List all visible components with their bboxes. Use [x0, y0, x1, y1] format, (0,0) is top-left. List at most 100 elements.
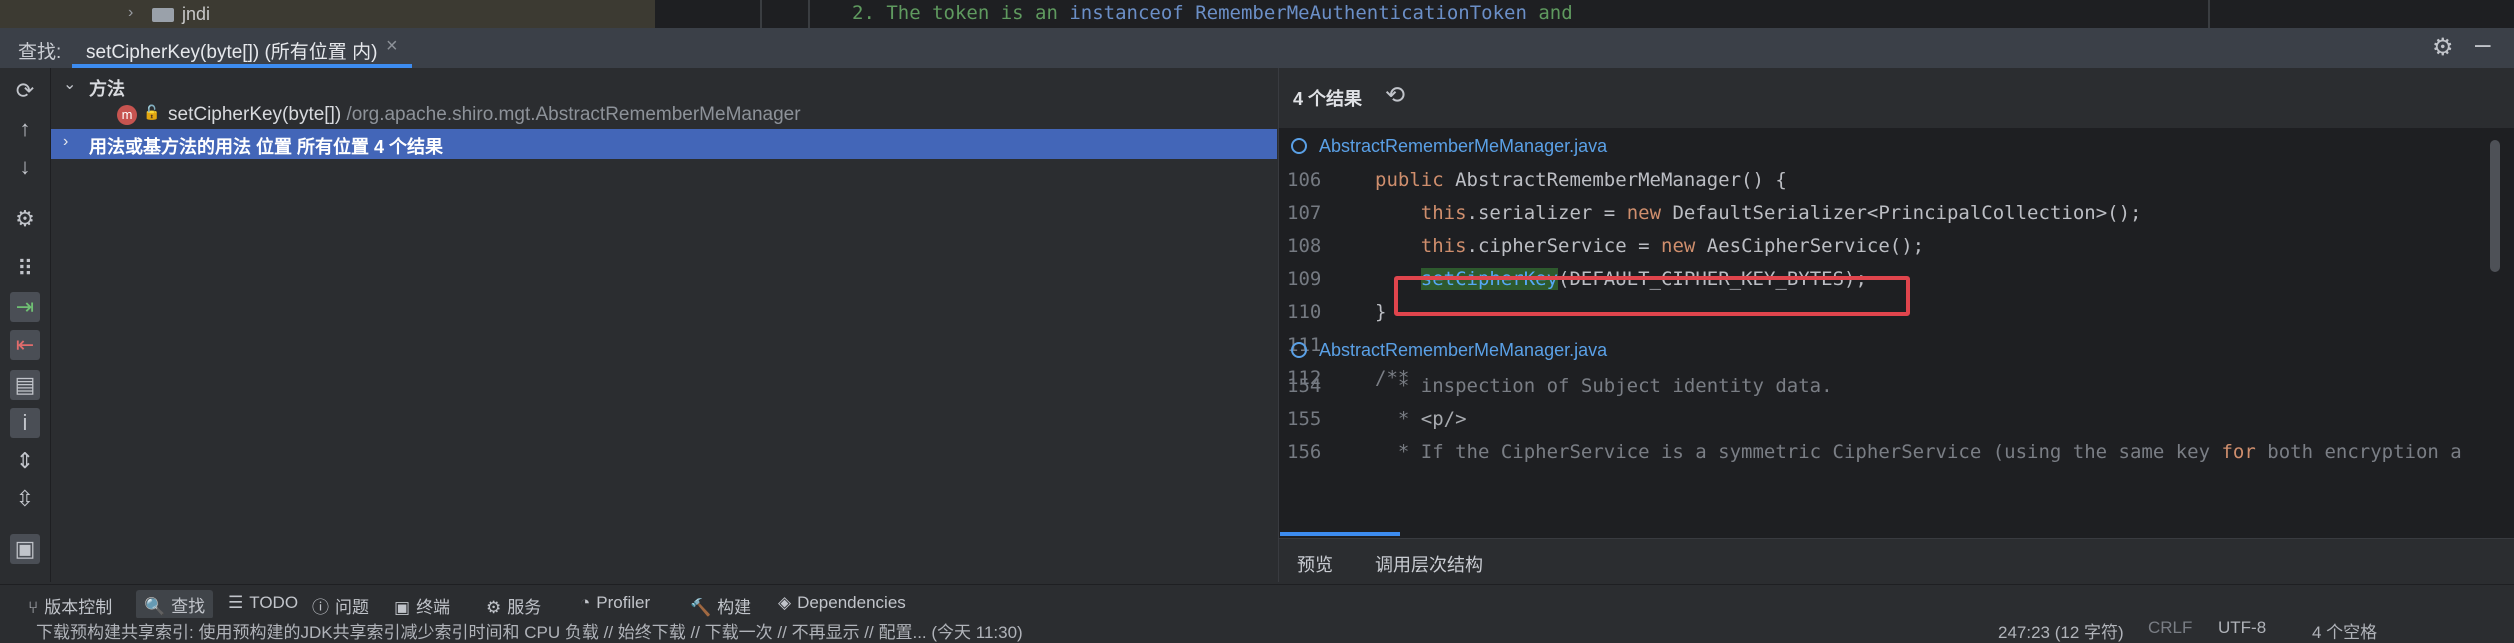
code-line: 156 * If the CipherService is a symmetri… — [1279, 436, 2499, 469]
file-header[interactable]: AbstractRememberMeManager.java — [1279, 130, 2499, 162]
group-by-icon[interactable]: ⠿ — [10, 254, 40, 284]
doc-class: RememberMeAuthenticationToken — [1195, 2, 1527, 24]
lock-icon: 🔓 — [143, 104, 161, 120]
file-name[interactable]: AbstractRememberMeManager.java — [1319, 136, 1607, 157]
tab-preview[interactable]: 预览 — [1297, 551, 1333, 577]
folder-icon — [152, 8, 174, 22]
tree-group-row[interactable]: ⌄ 方法 — [51, 72, 1277, 100]
code-token: * If the CipherService is a symmetric Ci… — [1375, 441, 2222, 463]
tool-window-button[interactable]: 🔍 查找 — [136, 590, 214, 619]
code-line: 108 this.cipherService = new AesCipherSe… — [1279, 230, 2499, 263]
tool-window-button[interactable]: ◈ Dependencies — [778, 593, 906, 613]
minimize-icon[interactable]: – — [2475, 28, 2491, 60]
collapse-all-icon[interactable]: ⇳ — [10, 484, 40, 514]
tool-window-label: 服务 — [507, 598, 542, 617]
preview-toggle-icon[interactable]: ▣ — [10, 534, 40, 564]
folder-group-icon[interactable]: ▤ — [10, 370, 40, 400]
horizontal-scrollbar[interactable] — [1280, 532, 1400, 536]
code-token: new — [1626, 202, 1673, 224]
write-access-icon[interactable]: ⇤ — [10, 330, 40, 360]
method-icon: m — [117, 105, 137, 125]
tool-window-icon: ☰ — [228, 593, 244, 612]
tool-window-button[interactable]: ▣ 终端 — [394, 593, 450, 618]
tool-window-icon: ⚙ — [486, 598, 502, 617]
line-number: 154 — [1287, 375, 1322, 397]
indent-setting[interactable]: 4 个空格 — [2312, 618, 2377, 643]
code-token: .serializer = — [1466, 202, 1627, 224]
preview-tabs: 预览 调用层次结构 — [1279, 538, 2514, 583]
info-icon[interactable]: i — [10, 408, 40, 438]
status-message[interactable]: 下载预构建共享索引: 使用预构建的JDK共享索引减少索引时间和 CPU 负载 /… — [36, 618, 1023, 643]
tool-window-icon: ⑂ — [28, 598, 39, 617]
tab-call-hierarchy[interactable]: 调用层次结构 — [1375, 551, 1483, 577]
code-token: .cipherService = — [1466, 235, 1661, 257]
file-name[interactable]: AbstractRememberMeManager.java — [1319, 340, 1607, 361]
chevron-right-icon[interactable]: › — [128, 4, 133, 22]
code-text: } — [1375, 296, 1386, 329]
refresh-icon[interactable]: ⟲ — [1385, 81, 1405, 110]
code-token: } — [1375, 301, 1387, 323]
tool-window-icon: ▣ — [394, 598, 411, 617]
code-token: this — [1420, 235, 1467, 257]
code-line: 106 public AbstractRememberMeManager() { — [1279, 164, 2499, 197]
close-icon[interactable]: × — [386, 35, 398, 58]
tool-window-button[interactable]: ◔ Profiler — [580, 593, 650, 613]
gear-icon[interactable]: ⚙ — [2432, 33, 2454, 62]
code-token: new — [1661, 235, 1707, 257]
preview-header: 4 个结果 ⟲ — [1279, 68, 2514, 128]
read-access-icon[interactable]: ⇥ — [10, 292, 40, 322]
highlight-annotation-box — [1394, 276, 1910, 316]
tree-group-label: 方法 — [89, 79, 125, 99]
tree-method-row[interactable]: m 🔓 setCipherKey(byte[]) /org.apache.shi… — [51, 101, 1277, 129]
tool-window-label: 终端 — [416, 598, 451, 617]
vertical-scrollbar[interactable] — [2490, 140, 2500, 272]
tool-window-bar: ⑂ 版本控制 🔍 查找 ☰ TODO ⓘ 问题 ▣ 终端 ⚙ 服务 ◔ Profiler 🔨 构建 ◈ Depen… — [0, 584, 2514, 619]
code-text: this.cipherService = new AesCipherServic… — [1375, 230, 1924, 263]
code-text: * <p/> — [1375, 403, 1467, 436]
arrow-up-icon[interactable]: ↑ — [10, 114, 40, 144]
line-ending[interactable]: CRLF — [2148, 618, 2192, 638]
tool-window-button[interactable]: 🔨 构建 — [690, 593, 751, 618]
line-number: 107 — [1287, 202, 1322, 224]
tool-window-label: 问题 — [335, 598, 369, 617]
line-number: 110 — [1287, 301, 1322, 323]
code-line: 154 * inspection of Subject identity dat… — [1279, 370, 2499, 403]
gutter-divider — [808, 0, 810, 28]
code-token: * — [1375, 408, 1421, 430]
doc-keyword: instanceof — [1069, 2, 1184, 24]
tool-window-button[interactable]: ⚙ 服务 — [486, 593, 541, 618]
expand-all-icon[interactable]: ⇕ — [10, 446, 40, 476]
find-tool-window-header: 查找: setCipherKey(byte[]) (所有位置 内) × ⚙ – — [0, 28, 2514, 69]
rerun-icon[interactable]: ⟳ — [10, 76, 40, 106]
tool-window-button[interactable]: ⓘ 问题 — [312, 593, 369, 618]
caret-position[interactable]: 247:23 (12 字符) — [1998, 618, 2124, 643]
code-token: for — [2221, 441, 2256, 463]
find-side-toolbar: ⟳ ↑ ↓ ⚙ ⠿ ⇥ ⇤ ▤ i ⇕ ⇳ ▣ — [0, 68, 51, 582]
chevron-down-icon[interactable]: ⌄ — [63, 74, 76, 94]
line-number: 155 — [1287, 408, 1322, 430]
project-folder-label[interactable]: jndi — [182, 4, 210, 25]
find-result-tab[interactable]: setCipherKey(byte[]) (所有位置 内) × — [72, 28, 412, 68]
line-number: 106 — [1287, 169, 1322, 191]
code-token: AesCipherService(); — [1706, 235, 1925, 257]
method-class-path: /org.apache.shiro.mgt.AbstractRememberMe… — [341, 104, 801, 125]
chevron-right-icon[interactable]: › — [63, 133, 68, 151]
code-token: this — [1420, 202, 1467, 224]
arrow-down-icon[interactable]: ↓ — [10, 152, 40, 182]
file-encoding[interactable]: UTF-8 — [2218, 618, 2266, 638]
tool-window-button[interactable]: ☰ TODO — [228, 593, 298, 613]
code-token: DefaultSerializer<PrincipalCollection>()… — [1672, 202, 2142, 224]
tree-usages-row-selected[interactable]: › 用法或基方法的用法 位置 所有位置 4 个结果 — [51, 129, 1277, 159]
code-text: this.serializer = new DefaultSerializer<… — [1375, 197, 2142, 230]
file-header[interactable]: AbstractRememberMeManager.java — [1279, 334, 2499, 366]
settings-icon[interactable]: ⚙ — [10, 204, 40, 234]
tool-window-button[interactable]: ⑂ 版本控制 — [28, 593, 112, 618]
tool-window-label: 构建 — [717, 598, 752, 617]
javadoc-line: 2. The token is an instanceof RememberMe… — [852, 2, 1573, 24]
project-tree-fragment: › jndi — [0, 0, 655, 28]
code-token: public — [1375, 169, 1456, 191]
tool-window-label: TODO — [249, 593, 299, 612]
tool-window-icon: ⓘ — [312, 598, 329, 617]
code-token: <p/> — [1420, 408, 1467, 430]
